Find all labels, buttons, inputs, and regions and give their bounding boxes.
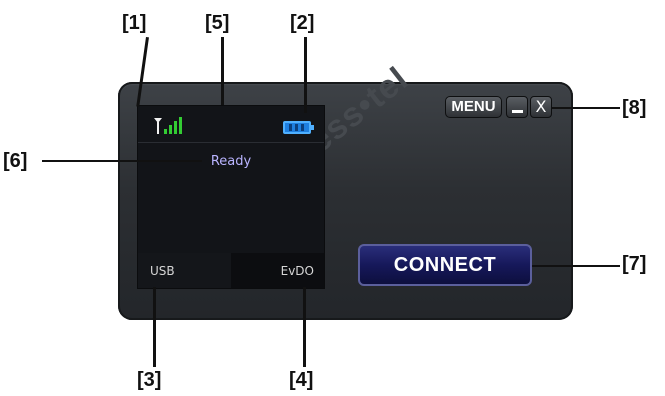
leader-line-8 bbox=[552, 107, 620, 109]
leader-line-7 bbox=[532, 265, 620, 267]
network-type-label: EvDO bbox=[280, 264, 314, 278]
leader-line-3 bbox=[153, 287, 156, 367]
callout-1: [1] bbox=[122, 12, 147, 34]
callout-4: [4] bbox=[289, 369, 314, 391]
callout-5: [5] bbox=[205, 12, 230, 34]
leader-line-4 bbox=[303, 287, 306, 367]
leader-line-6 bbox=[42, 160, 202, 162]
callout-7: [7] bbox=[622, 253, 647, 275]
close-button[interactable]: X bbox=[530, 96, 552, 118]
callout-8: [8] bbox=[622, 97, 647, 119]
callout-2: [2] bbox=[290, 12, 315, 34]
callout-6: [6] bbox=[3, 150, 28, 172]
callout-3: [3] bbox=[137, 369, 162, 391]
connection-type-label: USB bbox=[150, 264, 175, 278]
menu-button[interactable]: MENU bbox=[445, 96, 502, 118]
minimize-icon bbox=[512, 110, 523, 113]
info-bar: USB EvDO bbox=[138, 253, 324, 288]
connect-button[interactable]: CONNECT bbox=[358, 244, 532, 286]
status-bar bbox=[138, 106, 324, 143]
signal-strength-icon bbox=[154, 117, 182, 134]
leader-line-2 bbox=[304, 37, 307, 113]
minimize-button[interactable] bbox=[506, 96, 528, 118]
status-display: Ready USB EvDO bbox=[137, 105, 325, 289]
battery-icon bbox=[283, 121, 314, 134]
leader-line-5 bbox=[221, 37, 224, 105]
